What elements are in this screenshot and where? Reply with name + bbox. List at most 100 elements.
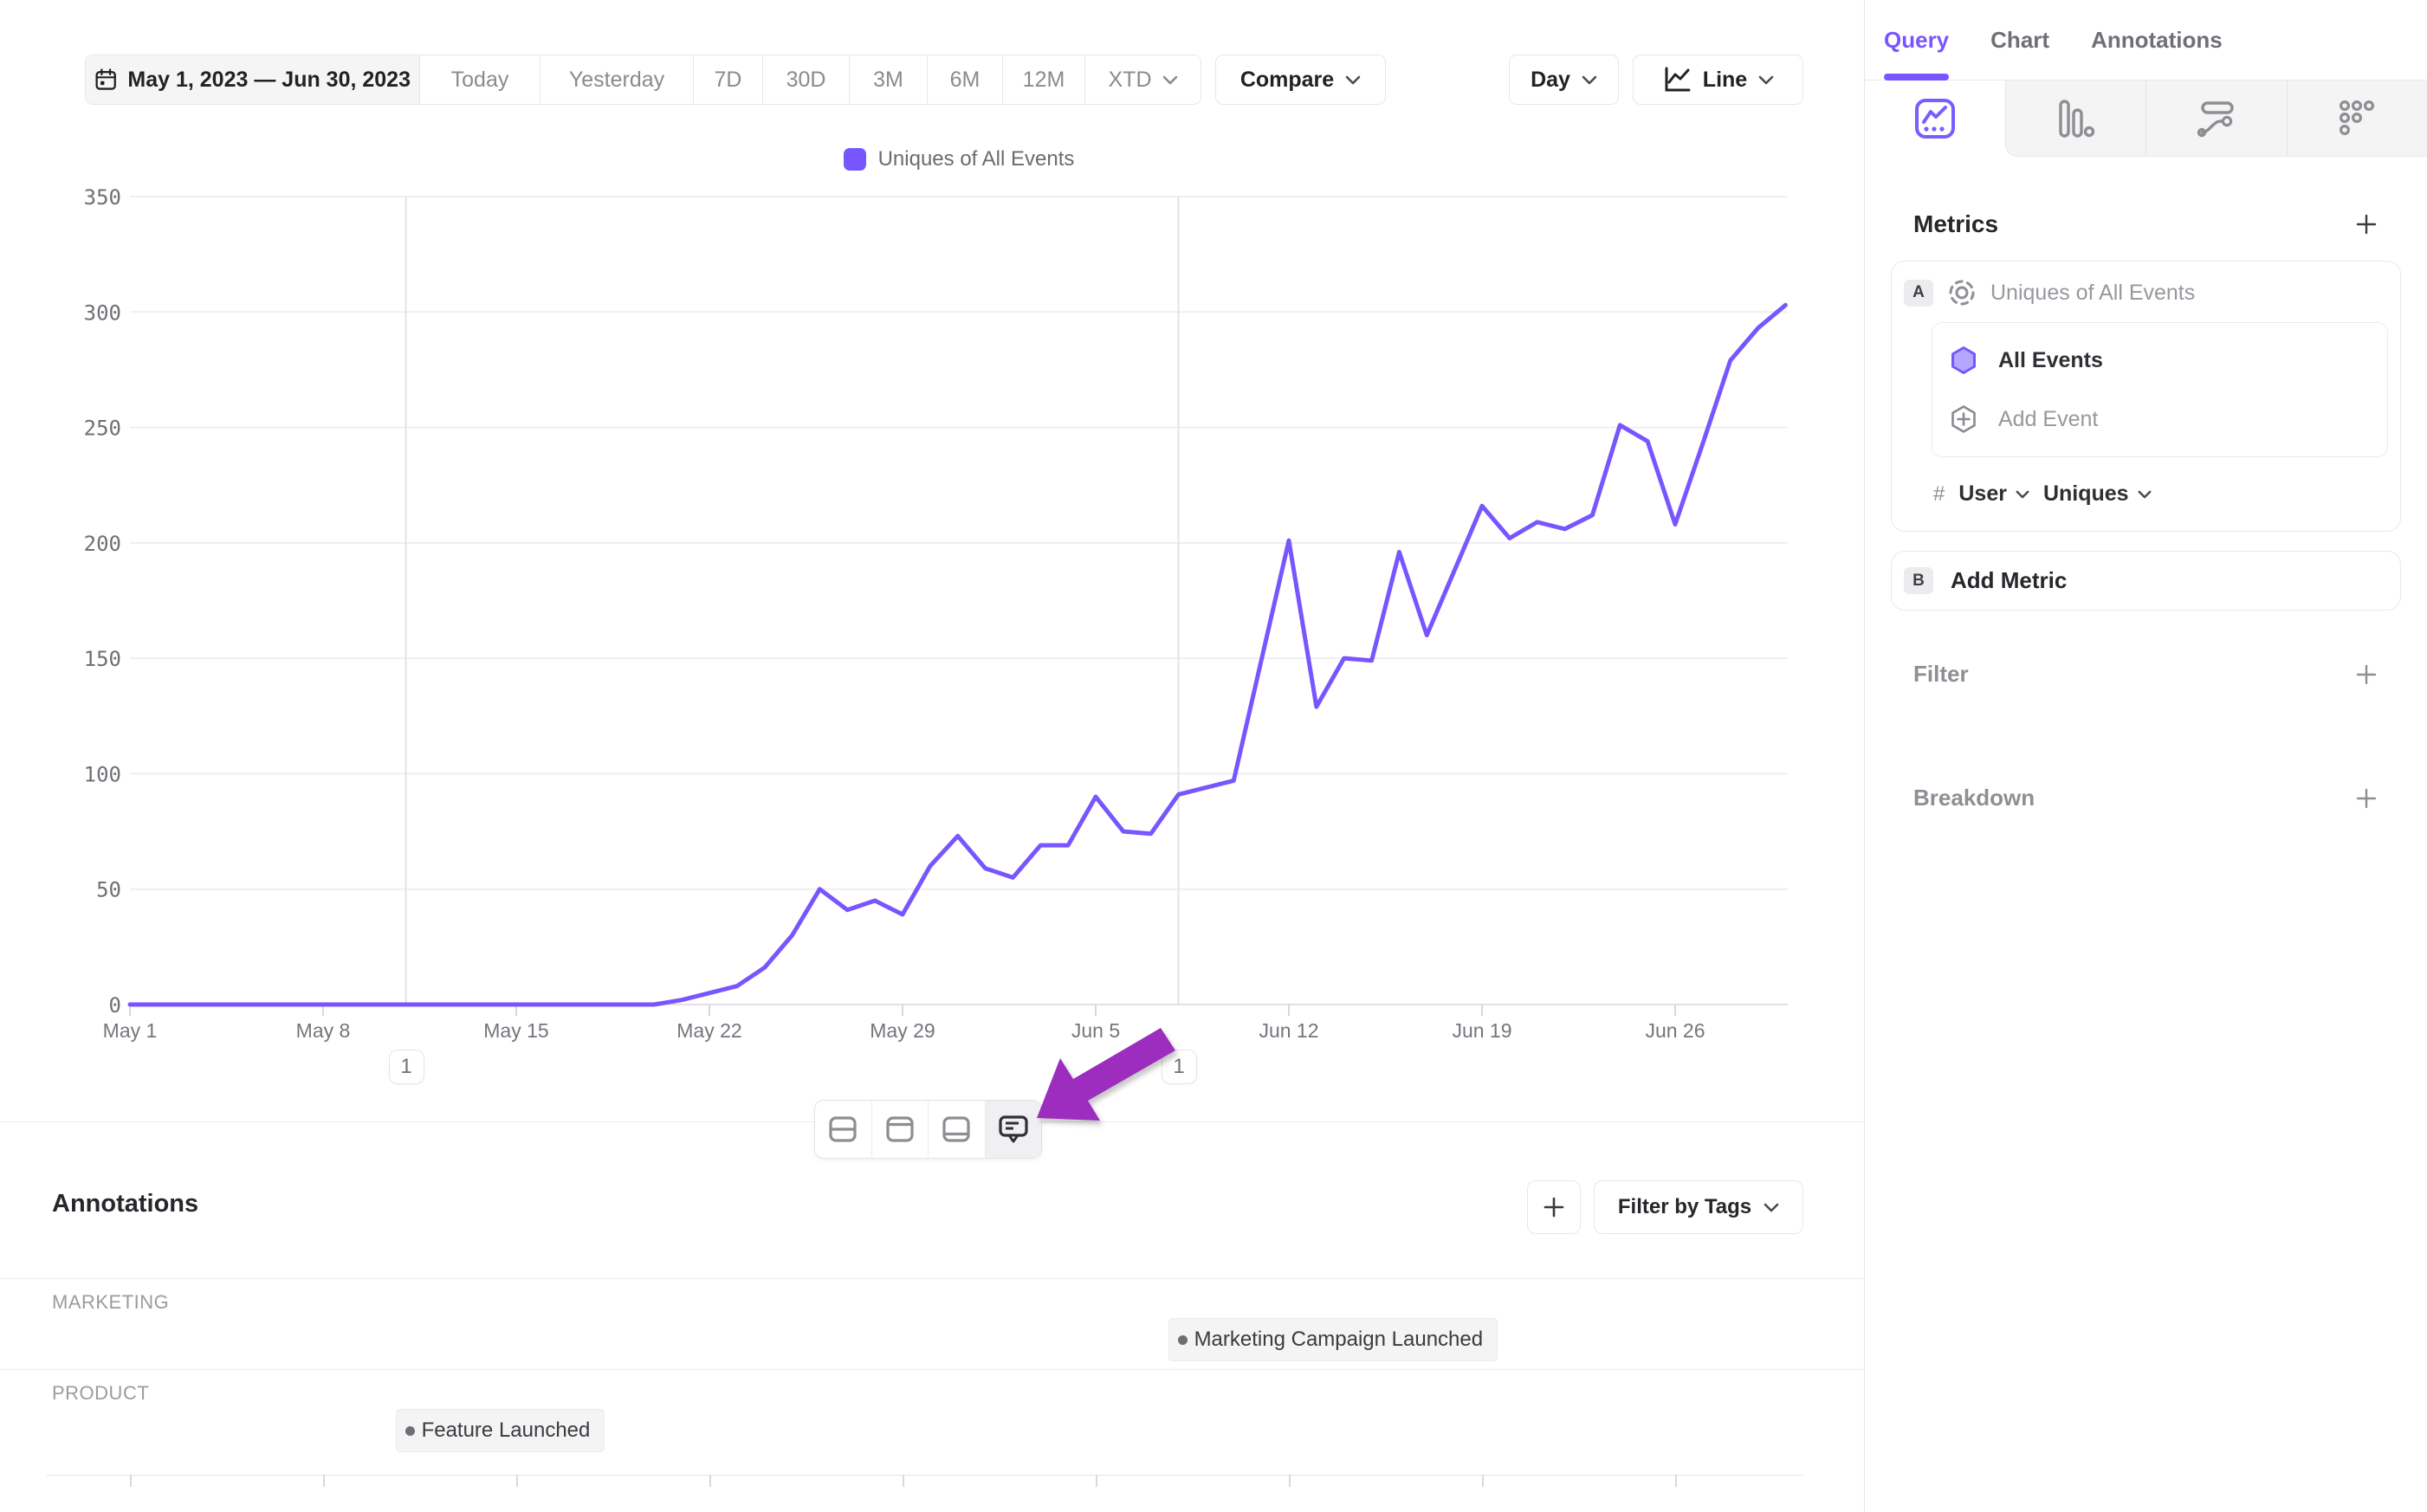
metrics-heading: Metrics <box>1913 210 1998 238</box>
filter-section: Filter <box>1913 661 2378 688</box>
granularity-button[interactable]: Day <box>1509 55 1619 105</box>
svg-text:50: 50 <box>96 878 121 902</box>
svg-text:150: 150 <box>84 647 121 671</box>
tab-query[interactable]: Query <box>1884 0 1949 80</box>
annotation-pointer-arrow <box>1037 1028 1175 1121</box>
chevron-down-icon <box>1764 1203 1779 1212</box>
ruler-tick <box>903 1475 904 1487</box>
chart-type-metric[interactable] <box>2287 81 2427 157</box>
plus-icon <box>2354 786 2378 811</box>
ruler-tick <box>1482 1475 1484 1487</box>
svg-text:May 22: May 22 <box>676 1019 741 1042</box>
preset-3m[interactable]: 3M <box>849 55 927 104</box>
event-row-all-events[interactable]: All Events <box>1948 340 2372 380</box>
metric-letter-badge: B <box>1904 567 1933 594</box>
ruler-tick <box>709 1475 711 1487</box>
add-metric-card[interactable]: B Add Metric <box>1891 551 2401 611</box>
main-panel: 050100150200250300350May 1May 8May 15May… <box>0 0 1864 1512</box>
plus-icon <box>2354 662 2378 687</box>
legend-swatch <box>844 148 866 171</box>
add-metric-plus-button[interactable] <box>2354 212 2378 236</box>
annotation-chip[interactable]: Marketing Campaign Launched <box>1168 1318 1498 1361</box>
svg-text:200: 200 <box>84 532 121 556</box>
flows-icon <box>2196 98 2237 139</box>
ruler-tick <box>1675 1475 1677 1487</box>
line-chart-icon <box>1662 66 1692 94</box>
count-type-prefix: # <box>1933 482 1945 507</box>
metric-name: Uniques of All Events <box>1990 281 2195 306</box>
chart-layout-toolbar <box>814 1100 1042 1159</box>
metric-settings-icon[interactable] <box>1946 277 1977 308</box>
legend-label: Uniques of All Events <box>878 147 1075 171</box>
chevron-down-icon <box>2016 490 2029 499</box>
query-sidebar: Query Chart Annotations <box>1864 0 2427 1512</box>
date-range-label: May 1, 2023 — Jun 30, 2023 <box>127 68 411 93</box>
add-event-row[interactable]: Add Event <box>1948 399 2372 439</box>
add-event-hexagon-plus-icon <box>1948 404 1979 435</box>
event-label: All Events <box>1998 348 2103 373</box>
preset-xtd[interactable]: XTD <box>1084 55 1201 104</box>
tab-chart[interactable]: Chart <box>1990 0 2049 80</box>
bar-chart-icon <box>2055 98 2095 139</box>
chart-type-bar[interactable] <box>2005 81 2146 157</box>
breakdown-label: Breakdown <box>1913 785 2035 811</box>
event-hexagon-icon <box>1948 345 1979 376</box>
band-label: PRODUCT <box>52 1382 149 1405</box>
svg-text:100: 100 <box>84 762 121 786</box>
bottom-panel-icon <box>942 1115 971 1143</box>
chart-type-selector <box>1865 81 2427 157</box>
svg-text:Jun 19: Jun 19 <box>1452 1019 1511 1042</box>
date-range-button[interactable]: May 1, 2023 — Jun 30, 2023 <box>86 55 419 104</box>
filter-label: Filter <box>1913 661 1969 688</box>
metric-letter-badge: A <box>1904 280 1933 307</box>
preset-yesterday[interactable]: Yesterday <box>540 55 693 104</box>
preset-6m[interactable]: 6M <box>927 55 1002 104</box>
svg-text:May 1: May 1 <box>103 1019 158 1042</box>
bottom-panel-layout-button[interactable] <box>928 1101 985 1158</box>
top-panel-icon <box>885 1115 915 1143</box>
annotation-dot <box>405 1426 415 1436</box>
preset-12m[interactable]: 12M <box>1002 55 1084 104</box>
add-event-label: Add Event <box>1998 407 2098 432</box>
chevron-down-icon <box>2138 490 2152 499</box>
ruler-line <box>47 1475 1803 1476</box>
svg-text:250: 250 <box>84 417 121 441</box>
agg-function-dropdown[interactable]: Uniques <box>2043 481 2152 507</box>
filter-by-tags-button[interactable]: Filter by Tags <box>1594 1180 1803 1234</box>
compare-button[interactable]: Compare <box>1215 55 1386 105</box>
svg-text:May 8: May 8 <box>296 1019 351 1042</box>
svg-text:300: 300 <box>84 300 121 325</box>
band-label: MARKETING <box>52 1291 169 1314</box>
chart-type-button[interactable]: Line <box>1633 55 1803 105</box>
query-builder: Metrics A Uniques of All Events All <box>1865 210 2427 811</box>
pointer-arrow <box>1013 1013 1195 1143</box>
agg-entity-dropdown[interactable]: User <box>1958 481 2029 507</box>
svg-text:Jun 12: Jun 12 <box>1259 1019 1318 1042</box>
chevron-down-icon <box>1345 75 1361 85</box>
chart-legend[interactable]: Uniques of All Events <box>130 147 1788 171</box>
preset-30d[interactable]: 30D <box>762 55 849 104</box>
annotations-panel-title: Annotations <box>52 1190 198 1218</box>
top-panel-layout-button[interactable] <box>871 1101 929 1158</box>
event-list: All Events Add Event <box>1932 322 2388 457</box>
tab-annotations[interactable]: Annotations <box>2091 0 2223 80</box>
annotation-marker-badge[interactable]: 1 <box>389 1050 424 1084</box>
preset-today[interactable]: Today <box>419 55 540 104</box>
annotation-chip[interactable]: Feature Launched <box>396 1409 605 1452</box>
chevron-down-icon <box>1162 75 1178 85</box>
annotation-band-product: PRODUCT Feature Launched <box>0 1369 1864 1475</box>
add-annotation-button[interactable] <box>1527 1180 1581 1234</box>
chart-type-flows[interactable] <box>2145 81 2287 157</box>
annotation-band-marketing: MARKETING Marketing Campaign Launched <box>0 1278 1864 1369</box>
preset-7d[interactable]: 7D <box>693 55 762 104</box>
calendar-icon <box>94 67 117 93</box>
breakdown-section: Breakdown <box>1913 785 2378 811</box>
add-metric-label: Add Metric <box>1951 567 2067 594</box>
split-rows-icon <box>828 1115 858 1143</box>
split-rows-layout-button[interactable] <box>815 1101 871 1158</box>
add-filter-button[interactable] <box>2354 662 2378 687</box>
svg-text:350: 350 <box>84 185 121 210</box>
sidebar-tabs: Query Chart Annotations <box>1865 0 2427 81</box>
chart-type-insights[interactable] <box>1865 81 2005 157</box>
add-breakdown-button[interactable] <box>2354 786 2378 811</box>
